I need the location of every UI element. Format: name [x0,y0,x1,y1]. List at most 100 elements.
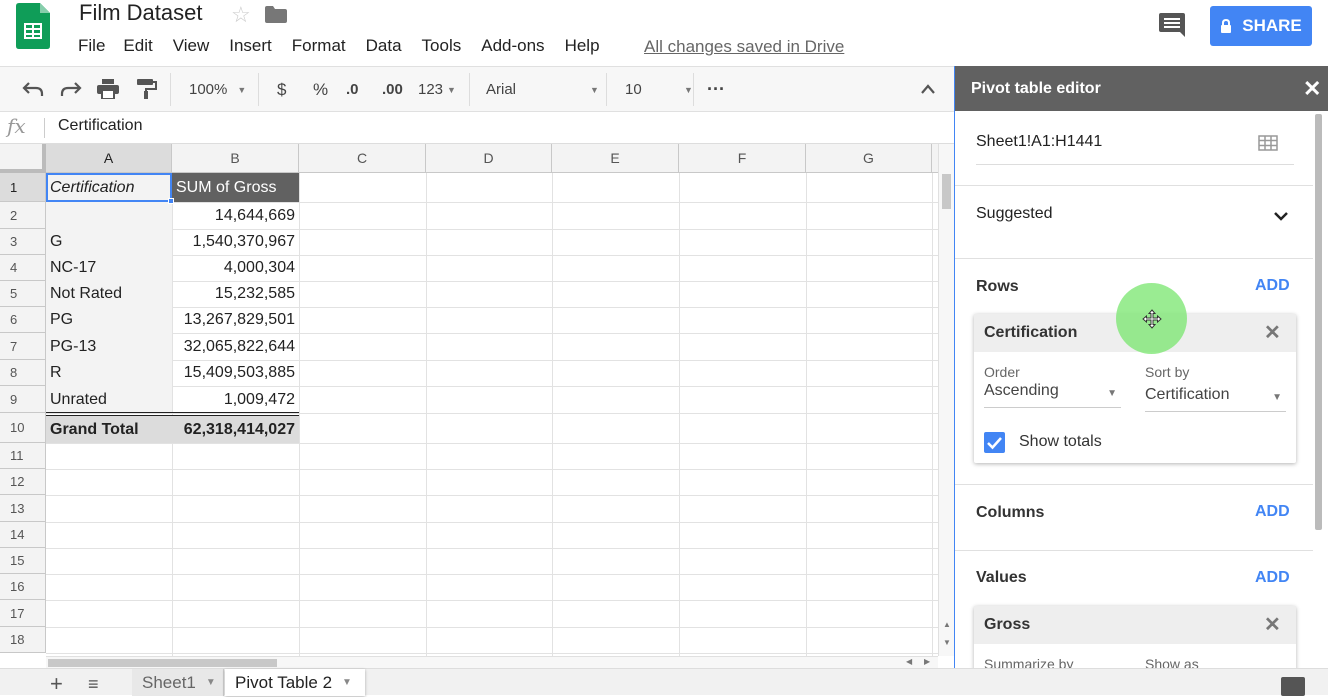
horizontal-scrollbar[interactable]: ◀ ▶ [46,656,938,668]
percent-format-button[interactable]: % [313,67,328,112]
pivot-row-label[interactable] [46,202,172,229]
pivot-row-value[interactable]: 4,000,304 [172,255,299,281]
add-row-button[interactable]: ADD [1255,277,1290,295]
row-header-2[interactable]: 2 [0,202,46,229]
column-header-e[interactable]: E [552,144,679,173]
pivot-row-value[interactable]: 1,009,472 [172,386,299,413]
star-icon[interactable]: ☆ [231,2,251,28]
menu-format[interactable]: Format [292,36,346,56]
show-totals-checkbox[interactable] [984,432,1005,453]
pivot-row-label[interactable]: NC-17 [46,255,172,281]
row-header-16[interactable]: 16 [0,574,46,600]
zoom-select[interactable]: 100% ▼ [189,67,246,112]
menu-addons[interactable]: Add-ons [481,36,544,56]
pivot-row-value[interactable]: 15,232,585 [172,281,299,307]
row-header-3[interactable]: 3 [0,229,46,255]
pivot-row-label[interactable]: Not Rated [46,281,172,307]
spreadsheet-grid[interactable]: A B C D E F G 1 2 3 4 5 6 7 8 9 10 11 12… [0,144,938,656]
remove-field-icon[interactable]: ✕ [1264,320,1281,345]
close-icon[interactable]: ✕ [1303,76,1321,102]
row-header-13[interactable]: 13 [0,495,46,522]
currency-format-button[interactable]: $ [277,67,286,112]
scroll-up-icon[interactable]: ▲ [943,620,951,629]
more-formats-select[interactable]: 123 ▼ [418,67,456,112]
pivot-row-label[interactable]: G [46,229,172,255]
column-header-b[interactable]: B [172,144,299,173]
decrease-decimal-button[interactable]: .0 [346,67,359,112]
data-range-field[interactable]: Sheet1!A1:H1441 [976,133,1102,151]
row-header-1[interactable]: 1 [0,173,46,202]
row-header-12[interactable]: 12 [0,469,46,495]
scroll-right-icon[interactable]: ▶ [924,657,930,666]
column-header-g[interactable]: G [806,144,932,173]
panel-scrollbar[interactable] [1315,114,1322,530]
grand-total-value[interactable]: 62,318,414,027 [172,416,299,443]
row-header-18[interactable]: 18 [0,627,46,653]
pivot-header-sum-gross[interactable]: SUM of Gross [172,173,299,202]
chevron-down-icon[interactable]: ▼ [342,677,352,688]
vertical-scroll-thumb[interactable] [942,174,951,209]
select-all-corner[interactable] [0,144,46,173]
horizontal-scroll-thumb[interactable] [48,659,277,667]
tab-sheet1[interactable]: Sheet1 ▼ [132,669,224,696]
add-column-button[interactable]: ADD [1255,503,1290,521]
more-options-button[interactable]: ··· [707,67,725,112]
add-value-button[interactable]: ADD [1255,569,1290,587]
saved-status-link[interactable]: All changes saved in Drive [644,37,844,57]
sort-by-select[interactable]: Certification ▼ [1145,386,1286,412]
pivot-row-label[interactable]: R [46,360,172,386]
pivot-row-label[interactable]: Unrated [46,386,172,413]
add-sheet-icon[interactable]: + [50,671,63,697]
pivot-row-value[interactable]: 1,540,370,967 [172,229,299,255]
menu-edit[interactable]: Edit [123,36,152,56]
tab-pivot-table-2[interactable]: Pivot Table 2 ▼ [225,669,365,696]
column-header-f[interactable]: F [679,144,806,173]
menu-data[interactable]: Data [366,36,402,56]
vertical-scrollbar[interactable]: ▲ ▼ [938,144,954,656]
fill-handle[interactable] [168,198,174,204]
document-title[interactable]: Film Dataset [79,0,202,26]
row-header-9[interactable]: 9 [0,386,46,413]
chevron-down-icon[interactable]: ▼ [206,677,216,688]
font-size-select[interactable]: 10 ▼ [625,67,693,112]
print-icon[interactable] [97,79,119,99]
row-header-7[interactable]: 7 [0,333,46,360]
suggested-dropdown[interactable]: Suggested [976,205,1053,223]
row-header-11[interactable]: 11 [0,443,46,469]
pivot-row-value[interactable]: 32,065,822,644 [172,333,299,360]
pivot-row-value[interactable]: 14,644,669 [172,202,299,229]
column-header-c[interactable]: C [299,144,426,173]
order-select[interactable]: Ascending ▼ [984,382,1121,408]
pivot-row-label[interactable]: PG [46,307,172,333]
chevron-down-icon[interactable] [1273,211,1289,221]
collapse-toolbar-icon[interactable] [920,83,936,95]
explore-icon[interactable] [1281,677,1305,696]
row-header-8[interactable]: 8 [0,360,46,386]
scroll-down-icon[interactable]: ▼ [943,638,951,647]
row-header-5[interactable]: 5 [0,281,46,307]
folder-icon[interactable] [265,6,287,23]
increase-decimal-button[interactable]: .00 [382,67,403,112]
menu-view[interactable]: View [173,36,210,56]
pivot-row-value[interactable]: 15,409,503,885 [172,360,299,386]
column-header-a[interactable]: A [46,144,172,173]
row-header-4[interactable]: 4 [0,255,46,281]
menu-tools[interactable]: Tools [422,36,462,56]
menu-help[interactable]: Help [565,36,600,56]
share-button[interactable]: SHARE [1210,6,1312,46]
row-header-17[interactable]: 17 [0,600,46,627]
value-field-header[interactable]: Gross ✕ [974,606,1296,644]
comment-icon[interactable] [1159,13,1185,37]
formula-input[interactable]: Certification [58,117,142,135]
pivot-row-value[interactable]: 13,267,829,501 [172,307,299,333]
all-sheets-icon[interactable]: ≡ [88,674,99,695]
menu-insert[interactable]: Insert [229,36,272,56]
remove-field-icon[interactable]: ✕ [1264,612,1281,637]
column-header-d[interactable]: D [426,144,552,173]
menu-file[interactable]: File [78,36,105,56]
scroll-left-icon[interactable]: ◀ [906,657,912,666]
row-header-14[interactable]: 14 [0,522,46,548]
row-header-10[interactable]: 10 [0,413,46,443]
row-header-15[interactable]: 15 [0,548,46,574]
sheets-logo-icon[interactable] [16,3,50,49]
